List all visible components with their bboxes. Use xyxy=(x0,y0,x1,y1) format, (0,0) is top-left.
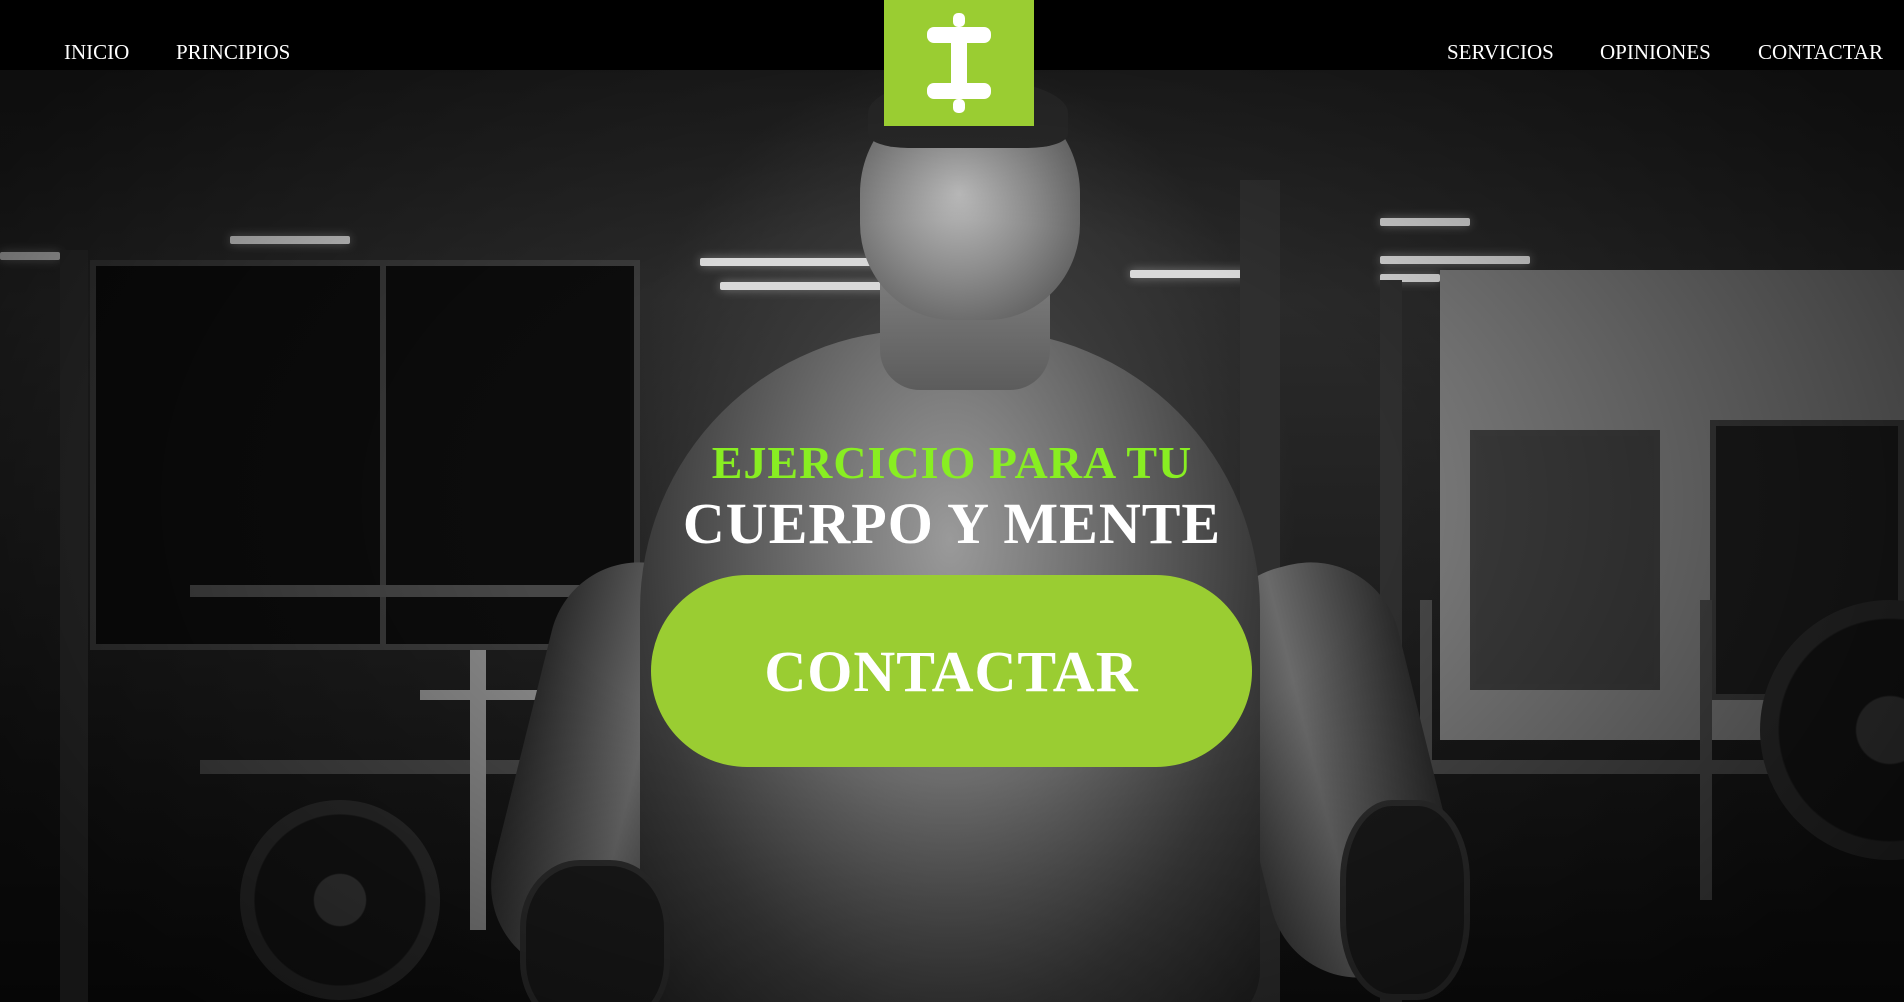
nav-link-inicio[interactable]: INICIO xyxy=(64,40,129,65)
hero-headline-line1: EJERCICIO PARA TU xyxy=(711,437,1193,488)
contact-cta-button[interactable]: CONTACTAR xyxy=(651,575,1252,767)
hero-headline-line2: CUERPO Y MENTE xyxy=(682,491,1222,556)
nav-link-servicios[interactable]: SERVICIOS xyxy=(1447,40,1554,65)
nav-link-principios[interactable]: PRINCIPIOS xyxy=(176,40,290,65)
site-logo[interactable] xyxy=(884,0,1034,126)
nav-link-contactar[interactable]: CONTACTAR xyxy=(1758,40,1883,65)
nav-link-opiniones[interactable]: OPINIONES xyxy=(1600,40,1711,65)
dumbbell-icon xyxy=(927,13,991,113)
